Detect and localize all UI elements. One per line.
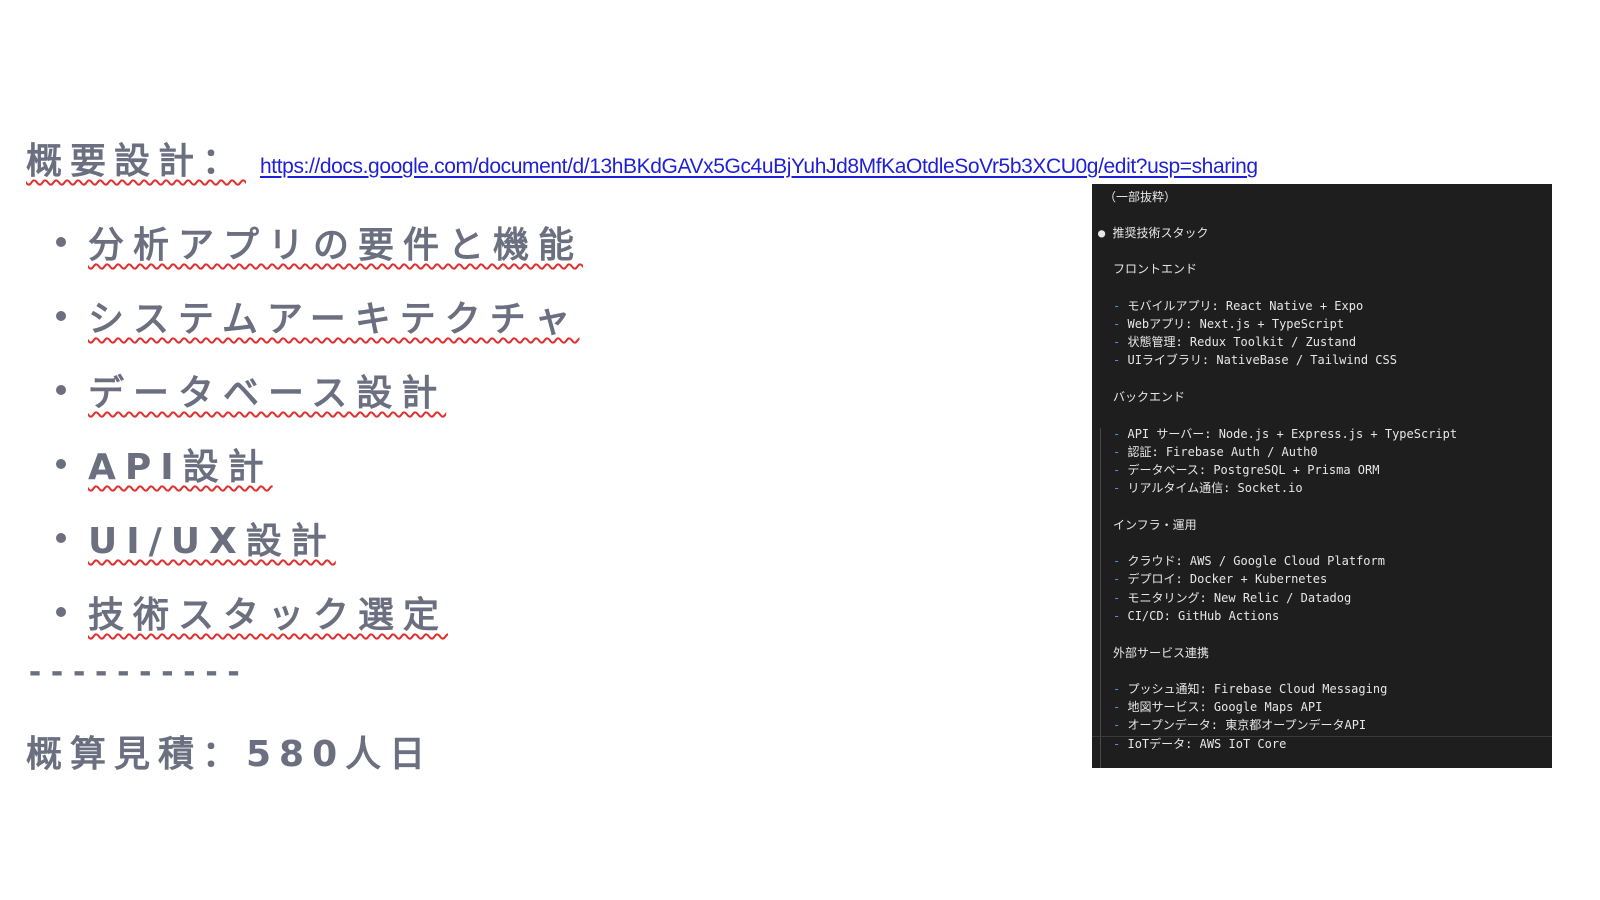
excerpt-note: （一部抜粋）	[1104, 190, 1177, 204]
section-title-row: ● 推奨技術スタック	[1098, 225, 1208, 241]
dash-icon: -	[1113, 299, 1121, 313]
list-item: - IoTデータ: AWS IoT Core	[1113, 736, 1286, 752]
list-item: API設計	[56, 427, 583, 501]
dash-icon: -	[1113, 737, 1121, 751]
item-text: Webアプリ: Next.js + TypeScript	[1127, 317, 1345, 331]
list-item: - モニタリング: New Relic / Datadog	[1113, 590, 1351, 606]
bullet-text: UI/UX設計	[88, 521, 336, 562]
list-item: データベース設計	[56, 353, 583, 427]
item-text: オープンデータ: 東京都オープンデータAPI	[1127, 718, 1367, 732]
estimate: 概算見積：580人日	[26, 734, 434, 775]
list-item: - 認証: Firebase Auth / Auth0	[1113, 444, 1318, 460]
tech-stack-panel: （一部抜粋） ● 推奨技術スタック フロントエンド - モバイルアプリ: Rea…	[1092, 184, 1552, 768]
list-item: - データベース: PostgreSQL + Prisma ORM	[1113, 462, 1380, 478]
list-item: UI/UX設計	[56, 501, 583, 575]
group-title: インフラ・運用	[1113, 518, 1197, 532]
list-item: - オープンデータ: 東京都オープンデータAPI	[1113, 717, 1366, 733]
indent-guide	[1100, 428, 1101, 768]
item-text: クラウド: AWS / Google Cloud Platform	[1127, 554, 1385, 568]
dash-icon: -	[1113, 554, 1121, 568]
group-title: 外部サービス連携	[1113, 646, 1210, 660]
list-item: - プッシュ通知: Firebase Cloud Messaging	[1113, 681, 1387, 697]
dash-icon: -	[1113, 317, 1121, 331]
list-item: - API サーバー: Node.js + Express.js + TypeS…	[1113, 426, 1457, 442]
bullet-dot: ●	[1098, 226, 1106, 240]
list-item: - CI/CD: GitHub Actions	[1113, 608, 1279, 624]
dash-icon: -	[1113, 572, 1121, 586]
item-text: 状態管理: Redux Toolkit / Zustand	[1127, 335, 1357, 349]
bullet-dot	[56, 385, 66, 395]
group-title: バックエンド	[1113, 390, 1186, 404]
bullet-dot	[56, 459, 66, 469]
bullet-dot	[56, 311, 66, 321]
dash-icon: -	[1113, 463, 1121, 477]
item-text: モバイルアプリ: React Native + Expo	[1127, 299, 1364, 313]
item-text: 地図サービス: Google Maps API	[1127, 700, 1323, 714]
bullet-text: データベース設計	[88, 373, 447, 414]
item-text: プッシュ通知: Firebase Cloud Messaging	[1127, 682, 1388, 696]
list-item: - Webアプリ: Next.js + TypeScript	[1113, 316, 1344, 332]
dash-icon: -	[1113, 682, 1121, 696]
section-title: 推奨技術スタック	[1112, 226, 1209, 240]
dash-icon: -	[1113, 353, 1121, 367]
bullet-text: システムアーキテクチャ	[88, 299, 580, 340]
item-text: API サーバー: Node.js + Express.js + TypeScr…	[1127, 427, 1458, 441]
dash-icon: -	[1113, 427, 1121, 441]
list-item: 技術スタック選定	[56, 575, 583, 649]
dash-icon: -	[1113, 609, 1121, 623]
list-item: - UIライブラリ: NativeBase / Tailwind CSS	[1113, 352, 1397, 368]
topic-list: 分析アプリの要件と機能 システムアーキテクチャ データベース設計 API設計 U…	[56, 205, 583, 649]
dash-icon: -	[1113, 718, 1121, 732]
list-item: - クラウド: AWS / Google Cloud Platform	[1113, 553, 1385, 569]
list-item: - リアルタイム通信: Socket.io	[1113, 480, 1303, 496]
list-item: - 地図サービス: Google Maps API	[1113, 699, 1322, 715]
dash-icon: -	[1113, 445, 1121, 459]
slide: 概要設計： https://docs.google.com/document/d…	[0, 0, 1600, 900]
item-text: CI/CD: GitHub Actions	[1127, 609, 1280, 623]
list-item: システムアーキテクチャ	[56, 279, 583, 353]
item-text: データベース: PostgreSQL + Prisma ORM	[1127, 463, 1380, 477]
list-item: - デプロイ: Docker + Kubernetes	[1113, 571, 1327, 587]
list-item: - 状態管理: Redux Toolkit / Zustand	[1113, 334, 1356, 350]
item-text: 認証: Firebase Auth / Auth0	[1127, 445, 1318, 459]
group-title: フロントエンド	[1113, 262, 1198, 276]
heading-row: 概要設計： https://docs.google.com/document/d…	[26, 132, 1258, 184]
list-item: - モバイルアプリ: React Native + Expo	[1113, 298, 1363, 314]
dash-icon: -	[1113, 591, 1121, 605]
bullet-dot	[56, 237, 66, 247]
item-text: リアルタイム通信: Socket.io	[1127, 481, 1303, 495]
bullet-text: 分析アプリの要件と機能	[88, 225, 584, 266]
design-doc-link[interactable]: https://docs.google.com/document/d/13hBK…	[260, 155, 1258, 179]
bullet-dot	[56, 533, 66, 543]
dash-icon: -	[1113, 481, 1121, 495]
bullet-text: API設計	[88, 447, 273, 488]
item-text: IoTデータ: AWS IoT Core	[1127, 737, 1287, 751]
dash-icon: -	[1113, 700, 1121, 714]
list-item: 分析アプリの要件と機能	[56, 205, 583, 279]
divider: ----------	[26, 655, 247, 690]
bullet-text: 技術スタック選定	[88, 595, 449, 636]
item-text: UIライブラリ: NativeBase / Tailwind CSS	[1127, 353, 1397, 367]
item-text: デプロイ: Docker + Kubernetes	[1127, 572, 1328, 586]
dash-icon: -	[1113, 335, 1121, 349]
bullet-dot	[56, 607, 66, 617]
item-text: モニタリング: New Relic / Datadog	[1127, 591, 1352, 605]
heading-label: 概要設計：	[26, 141, 247, 182]
